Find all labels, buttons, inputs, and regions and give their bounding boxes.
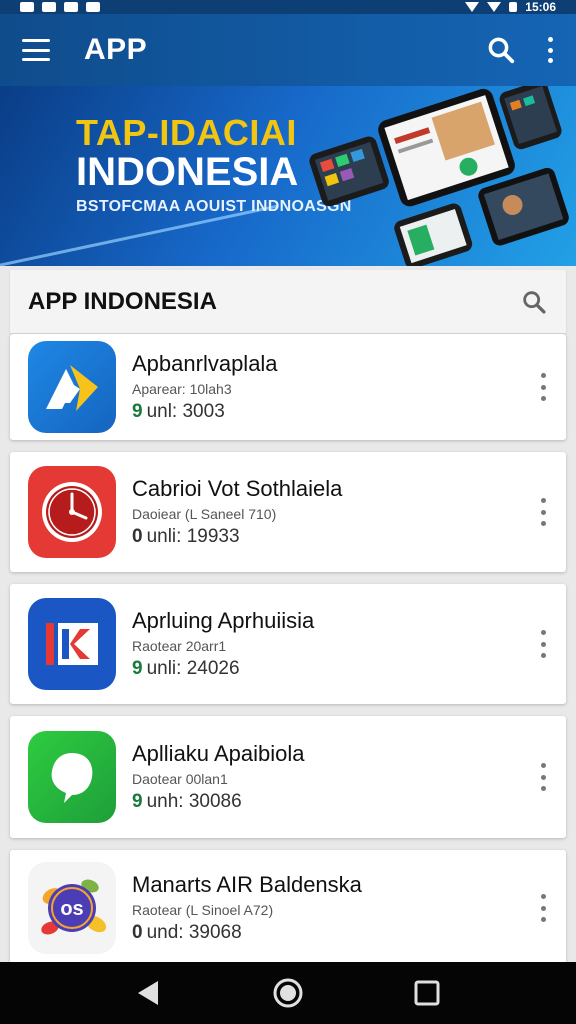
promo-banner[interactable]: TAP-IDACIAI INDONESIA BSTOFCMAA AOUIST I… (0, 86, 576, 266)
ik-logo-icon (28, 598, 116, 690)
app-downloads: 9 unli: 24026 (132, 658, 538, 680)
app-title: APP (84, 33, 148, 66)
os-badge-icon: os (28, 862, 116, 954)
status-system-icons: 15:06 (465, 0, 556, 14)
play-arrow-icon (28, 341, 116, 433)
recents-icon[interactable] (410, 976, 444, 1010)
section-header: APP INDONESIA (10, 270, 566, 334)
item-overflow-menu-icon[interactable] (538, 630, 548, 658)
app-info: Aplliaku Apaibiola Daotear 00lan1 9 unh: … (132, 741, 538, 813)
notification-icon (42, 2, 56, 12)
app-list-item[interactable]: Cabrioi Vot Sothlaiela Daoiear (L Saneel… (10, 452, 566, 572)
app-info: Apbanrlvaplala Aparear: 10lah3 9 unl: 300… (132, 351, 538, 423)
app-name: Apbanrlvaplala (132, 351, 278, 376)
app-list-item[interactable]: Aplliaku Apaibiola Daotear 00lan1 9 unh: … (10, 716, 566, 838)
clock-icon (28, 466, 116, 558)
wifi-icon (465, 2, 480, 12)
home-icon[interactable] (271, 976, 305, 1010)
downloads-value: unh: 30086 (146, 791, 242, 812)
downloads-prefix: 9 (132, 658, 143, 679)
system-nav-bar (0, 962, 576, 1024)
downloads-prefix: 0 (132, 526, 143, 547)
app-name: Aprluing Aprhuiisia (132, 608, 315, 633)
banner-headline: TAP-IDACIAI (76, 112, 297, 153)
app-info: Cabrioi Vot Sothlaiela Daoiear (L Saneel… (132, 476, 538, 548)
app-name: Aplliaku Apaibiola (132, 741, 305, 766)
app-info: Manarts AIR Baldenska Raotear (L Sinoel … (132, 872, 538, 944)
app-developer: Daotear 00lan1 (132, 771, 228, 787)
app-name: Cabrioi Vot Sothlaiela (132, 476, 343, 501)
item-overflow-menu-icon[interactable] (538, 894, 548, 922)
signal-icon (487, 2, 502, 12)
app-bar: APP (0, 14, 576, 86)
app-developer: Aparear: 10lah3 (132, 381, 232, 397)
app-developer: Daoiear (L Saneel 710) (132, 506, 277, 522)
item-overflow-menu-icon[interactable] (538, 373, 548, 401)
item-overflow-menu-icon[interactable] (538, 763, 548, 791)
app-developer: Raotear (L Sinoel A72) (132, 902, 274, 918)
svg-text:os: os (60, 898, 83, 920)
downloads-prefix: 9 (132, 791, 143, 812)
status-notification-icons (20, 2, 100, 12)
back-icon[interactable] (132, 976, 166, 1010)
status-bar: 15:06 (0, 0, 576, 14)
chat-bubble-icon (28, 731, 116, 823)
app-downloads: 9 unh: 30086 (132, 791, 538, 813)
app-name: Manarts AIR Baldenska (132, 872, 362, 897)
app-list-item[interactable]: os Manarts AIR Baldenska Raotear (L Sino… (10, 850, 566, 966)
overflow-menu-icon[interactable] (546, 37, 554, 63)
section-title: APP INDONESIA (28, 287, 217, 315)
hamburger-menu-icon[interactable] (22, 39, 50, 61)
notification-icon (20, 2, 34, 12)
status-time: 15:06 (525, 0, 556, 14)
app-list-item[interactable]: Apbanrlvaplala Aparear: 10lah3 9 unl: 300… (10, 334, 566, 440)
downloads-value: und: 39068 (146, 922, 242, 943)
app-info: Aprluing Aprhuiisia Raotear 20arr1 9 unli… (132, 608, 538, 680)
notification-icon (86, 2, 100, 12)
notification-icon (64, 2, 78, 12)
app-downloads: 9 unl: 3003 (132, 401, 538, 423)
downloads-value: unli: 19933 (146, 526, 240, 547)
app-downloads: 0 und: 39068 (132, 922, 538, 944)
downloads-prefix: 9 (132, 401, 143, 422)
app-list-item[interactable]: Aprluing Aprhuiisia Raotear 20arr1 9 unli… (10, 584, 566, 704)
search-icon[interactable] (486, 35, 516, 65)
downloads-value: unl: 3003 (146, 401, 225, 422)
banner-subheadline: INDONESIA (76, 150, 299, 194)
downloads-prefix: 0 (132, 922, 143, 943)
battery-icon (509, 2, 518, 12)
search-icon[interactable] (520, 288, 548, 316)
banner-phones-illustration (309, 86, 569, 266)
app-developer: Raotear 20arr1 (132, 638, 227, 654)
app-downloads: 0 unli: 19933 (132, 526, 538, 548)
downloads-value: unli: 24026 (146, 658, 240, 679)
item-overflow-menu-icon[interactable] (538, 498, 548, 526)
